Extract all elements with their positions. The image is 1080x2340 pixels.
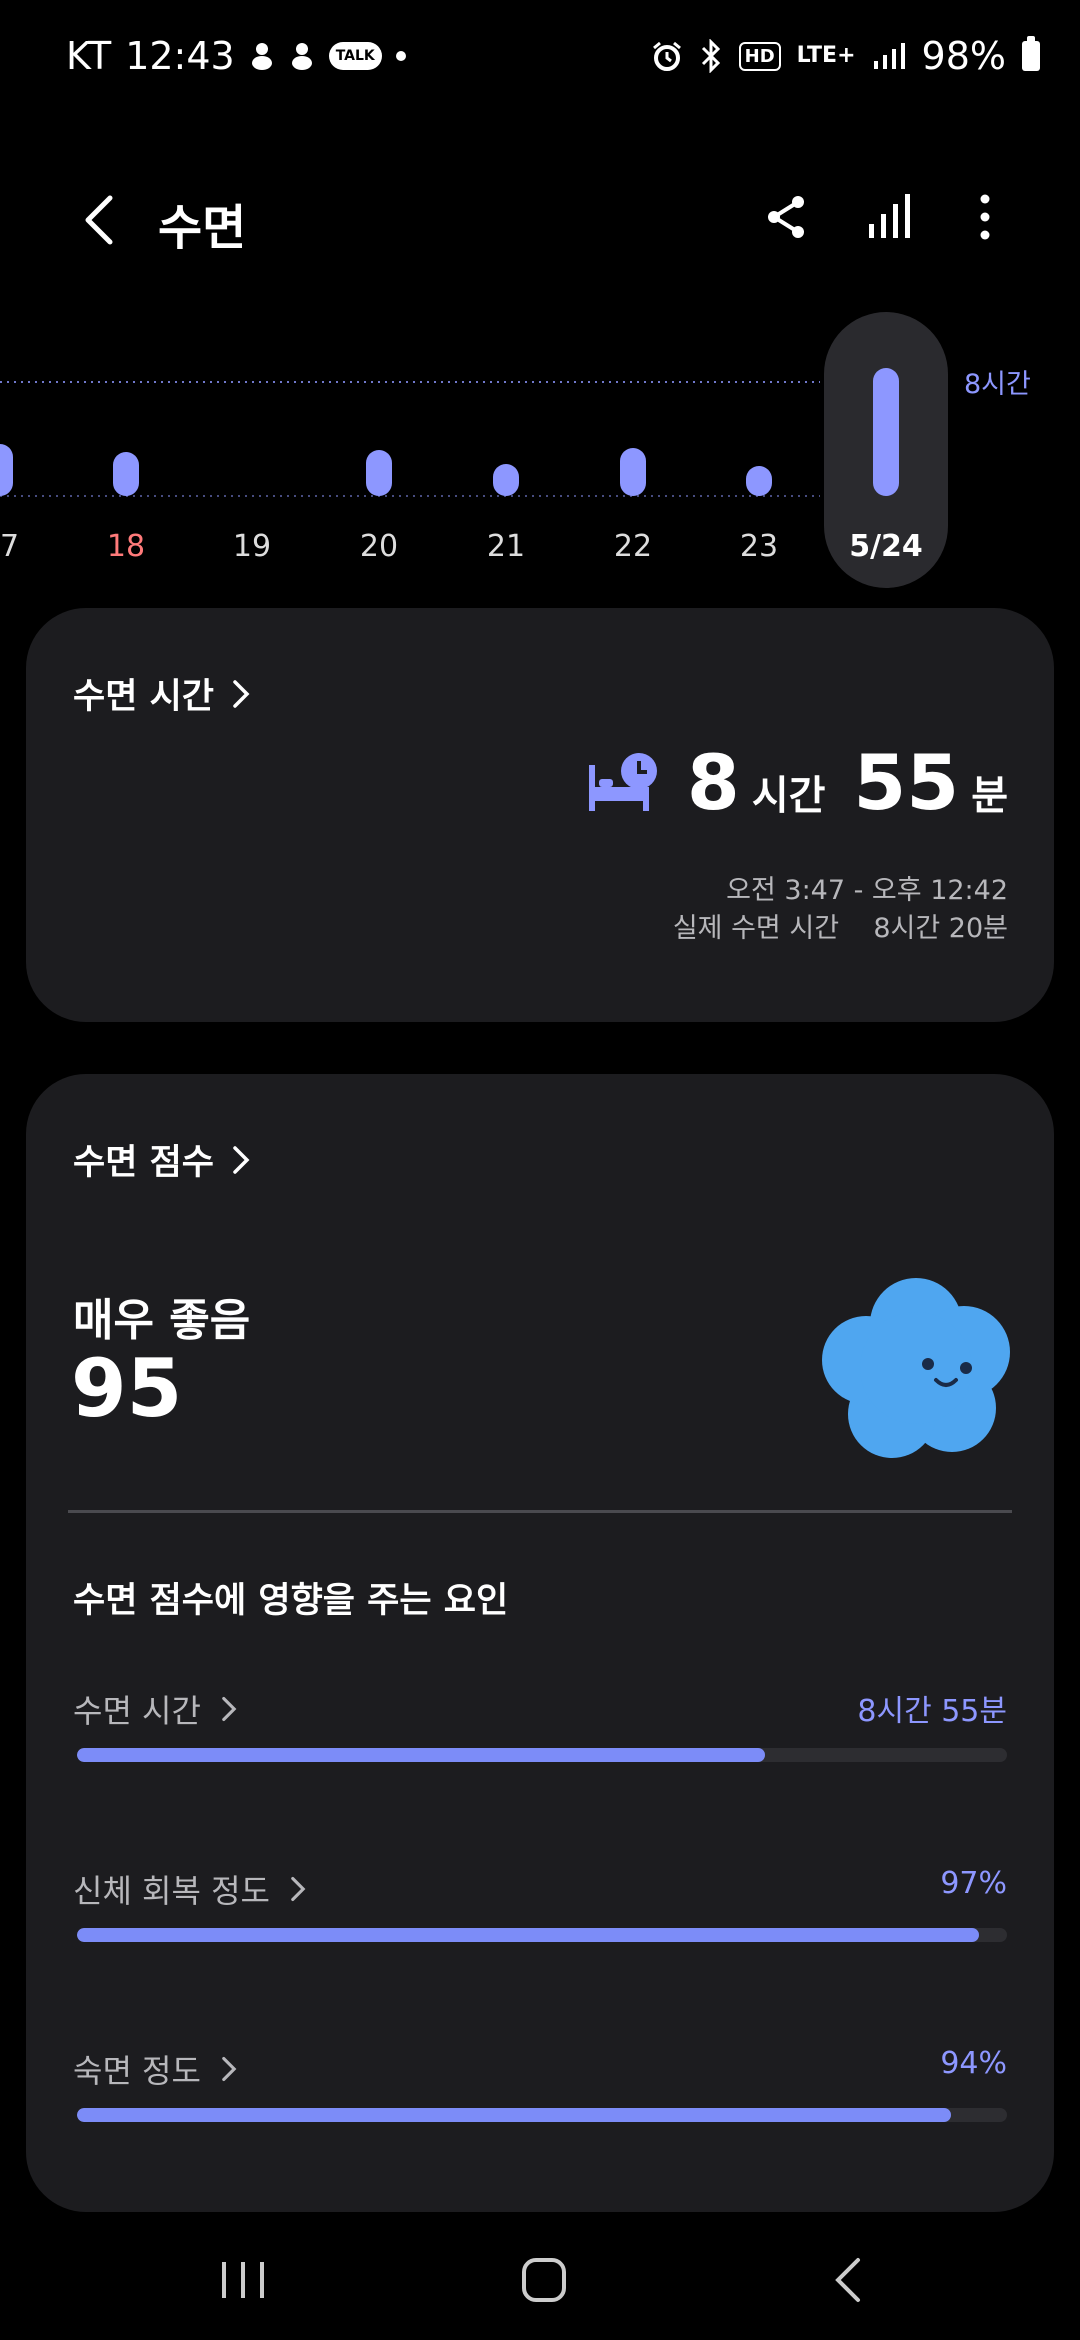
sleep-chart: 17 18 19 20 21 22 23 5/24 8시간 [0, 300, 1080, 600]
factor-label-text: 수면 시간 [73, 1692, 201, 1730]
sleep-score-title-text: 수면 점수 [73, 1143, 214, 1183]
bixby-icon [251, 43, 272, 70]
chart-bar[interactable] [873, 368, 899, 496]
factor-progress-track [77, 1748, 1007, 1762]
stats-icon[interactable] [865, 192, 915, 242]
alarm-icon [652, 41, 681, 71]
recent-apps-button[interactable] [218, 2258, 268, 2302]
more-options-icon[interactable] [965, 192, 1005, 242]
factor-value: 97% [940, 1866, 1007, 1901]
chart-bar[interactable] [746, 466, 772, 496]
sleep-time-title-text: 수면 시간 [73, 677, 214, 717]
chart-day-label[interactable]: 19 [233, 529, 271, 564]
bluetooth-icon [701, 39, 720, 73]
chart-bar[interactable] [493, 464, 519, 496]
factor-progress-track [77, 1928, 1007, 1942]
sleep-score-card-title[interactable]: 수면 점수 [73, 1134, 250, 1185]
app-header: 수면 [0, 170, 1080, 270]
chevron-right-icon [222, 1696, 237, 1722]
chart-bar[interactable] [113, 452, 139, 496]
chart-day-label[interactable]: 18 [107, 529, 145, 564]
factor-label: 수면 시간 [73, 1686, 237, 1732]
chart-day-label[interactable]: 22 [614, 529, 652, 564]
chart-day-label[interactable]: 20 [360, 529, 398, 564]
nav-back-button[interactable] [830, 2256, 866, 2304]
score-value: 95 [71, 1342, 183, 1435]
battery-percent: 98% [921, 34, 1006, 78]
share-icon[interactable] [762, 192, 812, 242]
sleep-score-card[interactable]: 수면 점수 매우 좋음 95 수면 점수에 영향을 주는 요인 수면 시간 8시… [26, 1074, 1054, 2212]
back-button[interactable] [70, 190, 130, 250]
factor-progress-fill [77, 1748, 766, 1762]
factor-progress-fill [77, 1928, 980, 1942]
factor-progress-fill [77, 2108, 952, 2122]
status-bar: KT 12:43 TALK HD LTE+ 98% [0, 0, 1080, 110]
sleep-hours: 8 [686, 738, 740, 827]
factor-progress-track [77, 2108, 1007, 2122]
notification-dot-icon [395, 51, 406, 61]
chart-day-label[interactable]: 5/24 [849, 529, 923, 564]
factor-value: 8시간 55분 [857, 1694, 1007, 1729]
hours-unit: 시간 [751, 773, 826, 819]
factors-title: 수면 점수에 영향을 주는 요인 [73, 1581, 509, 1621]
system-nav-bar [0, 2220, 1080, 2340]
carrier-label: KT [66, 34, 112, 78]
chevron-right-icon [233, 1145, 250, 1174]
status-time: 12:43 [125, 34, 235, 78]
kakaotalk-icon: TALK [328, 42, 382, 70]
factor-label: 숙면 정도 [73, 2046, 237, 2092]
cloud-mascot-icon [822, 1278, 1010, 1458]
sleep-duration: 8 시간 55 분 [587, 738, 1008, 827]
sleep-time-card[interactable]: 수면 시간 8 시간 55 분 오전 3:47 - 오후 12:42 실제 수면… [26, 608, 1054, 1022]
sleep-chart-svg[interactable]: 17 18 19 20 21 22 23 5/24 [0, 300, 1080, 600]
chevron-right-icon [291, 1876, 306, 1902]
factor-label-text: 신체 회복 정도 [73, 1872, 270, 1910]
chart-day-label[interactable]: 23 [740, 529, 778, 564]
bed-clock-icon [588, 752, 657, 811]
factor-value: 94% [940, 2046, 1007, 2081]
sleep-minutes: 55 [853, 738, 960, 827]
hd-voice-icon: HD [738, 41, 781, 71]
battery-icon [1022, 36, 1040, 71]
bixby-icon [291, 43, 312, 70]
divider [68, 1510, 1012, 1513]
goal-line-label: 8시간 [964, 369, 1031, 400]
chart-bar[interactable] [0, 444, 13, 496]
factor-label-text: 숙면 정도 [73, 2052, 201, 2090]
chart-day-label[interactable]: 21 [487, 529, 525, 564]
chevron-right-icon [233, 679, 250, 708]
page-title: 수면 [158, 200, 247, 256]
actual-sleep-time: 실제 수면 시간 8시간 20분 [672, 913, 1008, 944]
signal-icon [873, 43, 905, 69]
chart-bar[interactable] [620, 448, 646, 496]
chart-bar[interactable] [366, 450, 392, 496]
home-button[interactable] [520, 2256, 568, 2304]
chart-day-label[interactable]: 17 [0, 529, 19, 564]
score-rating: 매우 좋음 [73, 1295, 251, 1346]
chevron-right-icon [222, 2056, 237, 2082]
minutes-unit: 분 [971, 773, 1008, 819]
factor-label: 신체 회복 정도 [73, 1866, 306, 1912]
lte-icon: LTE+ [796, 43, 856, 68]
sleep-time-card-title[interactable]: 수면 시간 [73, 668, 250, 719]
sleep-range: 오전 3:47 - 오후 12:42 [726, 875, 1008, 906]
